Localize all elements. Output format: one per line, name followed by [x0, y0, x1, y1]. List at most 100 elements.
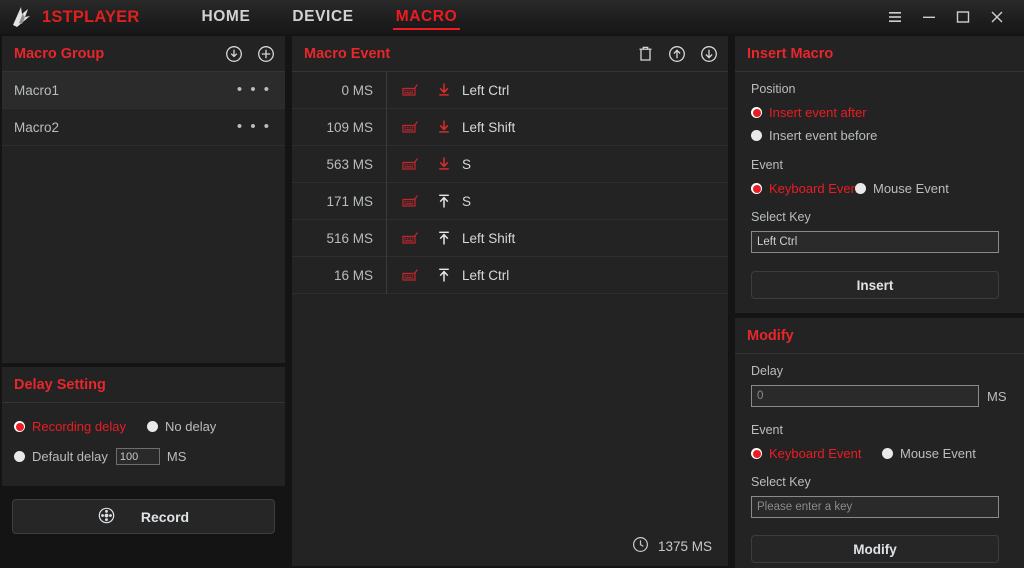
event-key: Left Shift: [462, 119, 516, 135]
macro-event-actions: [637, 45, 718, 63]
radio-recording-delay[interactable]: Recording delay: [14, 419, 147, 434]
default-delay-row: Default delay MS: [2, 448, 285, 465]
app-window: 1STPLAYER HOME DEVICE MACRO Macro Group …: [0, 0, 1024, 568]
event-time: 563 MS: [292, 145, 387, 183]
modify-delay-input[interactable]: [751, 385, 979, 407]
download-circle-icon[interactable]: [225, 45, 243, 63]
event-key: Left Ctrl: [462, 82, 510, 98]
radio-no-delay[interactable]: No delay: [147, 419, 216, 434]
event-time: 109 MS: [292, 108, 387, 146]
maximize-icon[interactable]: [946, 0, 980, 34]
modify-delay-unit: MS: [987, 388, 1007, 404]
modify-select-key-input[interactable]: [751, 496, 999, 518]
delay-setting-header: Delay Setting: [2, 367, 285, 403]
keyboard-icon: [401, 194, 421, 208]
event-key: S: [462, 156, 472, 172]
menu-icon[interactable]: [878, 0, 912, 34]
table-row[interactable]: 563 MS S: [292, 145, 728, 183]
insert-position-after-row: Insert event after: [735, 105, 1024, 120]
table-row[interactable]: 109 MS Left Shift: [292, 108, 728, 146]
keyboard-icon: [401, 268, 421, 282]
radio-keyboard-event-insert[interactable]: Keyboard Event: [751, 181, 862, 196]
key-up-icon: [437, 267, 451, 283]
default-delay-input[interactable]: [115, 448, 160, 465]
list-item[interactable]: Macro1 • • •: [2, 72, 285, 109]
modify-button[interactable]: Modify: [751, 535, 999, 563]
event-key: Left Ctrl: [462, 267, 510, 283]
lightning-bolt-logo: [9, 5, 35, 29]
insert-button[interactable]: Insert: [751, 271, 999, 299]
radio-dot: [751, 448, 762, 459]
clock-icon: [632, 536, 649, 556]
macro-event-title: Macro Event: [304, 45, 391, 62]
radio-insert-event-after[interactable]: Insert event after: [751, 105, 867, 120]
macro-group-actions: [225, 45, 275, 63]
modify-event-label: Event: [751, 423, 783, 437]
macro-event-header: Macro Event: [292, 36, 728, 72]
modify-select-key-label: Select Key: [751, 475, 811, 489]
minimize-icon[interactable]: [912, 0, 946, 34]
macro-item-label: Macro2: [14, 119, 60, 135]
insert-select-key-input[interactable]: [751, 231, 999, 253]
insert-button-label: Insert: [856, 277, 894, 293]
radio-dot: [147, 421, 158, 432]
insert-macro-title: Insert Macro: [747, 45, 834, 62]
record-button[interactable]: Record: [12, 499, 275, 534]
insert-event-label: Event: [751, 158, 783, 172]
modify-delay-label: Delay: [751, 364, 783, 378]
event-key: S: [462, 193, 472, 209]
keyboard-icon: [401, 120, 421, 134]
close-icon[interactable]: [980, 0, 1014, 34]
event-time: 171 MS: [292, 182, 387, 220]
delete-icon[interactable]: [637, 45, 654, 63]
macro-group-list: Macro1 • • • Macro2 • • •: [2, 72, 285, 146]
tab-macro[interactable]: MACRO: [392, 0, 460, 34]
position-label: Position: [751, 82, 796, 96]
macro-group-panel: Macro Group Macro1 • • • Macro2 • • •: [2, 36, 285, 363]
radio-label: Insert event after: [769, 105, 867, 120]
macro-item-menu-icon[interactable]: • • •: [237, 82, 271, 97]
radio-keyboard-event-modify[interactable]: Keyboard Event: [751, 446, 882, 461]
radio-default-delay[interactable]: Default delay: [14, 449, 108, 464]
key-down-icon: [437, 119, 451, 135]
radio-label: Default delay: [32, 449, 108, 464]
radio-mouse-event-modify[interactable]: Mouse Event: [882, 446, 976, 461]
table-row[interactable]: 16 MS Left Ctrl: [292, 256, 728, 294]
tab-home[interactable]: HOME: [201, 0, 250, 34]
keyboard-icon: [401, 83, 421, 97]
key-down-icon: [437, 156, 451, 172]
event-time: 516 MS: [292, 219, 387, 257]
delay-setting-panel: Delay Setting Recording delay No delay D…: [2, 367, 285, 486]
delay-mode-row: Recording delay No delay: [2, 419, 285, 434]
modify-panel: Modify Delay MS Event Keyboard Event Mou…: [735, 318, 1024, 568]
macro-group-header: Macro Group: [2, 36, 285, 72]
event-time: 0 MS: [292, 71, 387, 109]
radio-insert-event-before[interactable]: Insert event before: [751, 128, 877, 143]
delay-setting-title: Delay Setting: [14, 376, 106, 393]
event-key: Left Shift: [462, 230, 516, 246]
table-row[interactable]: 171 MS S: [292, 182, 728, 220]
radio-dot: [14, 451, 25, 462]
table-row[interactable]: 516 MS Left Shift: [292, 219, 728, 257]
add-circle-icon[interactable]: [257, 45, 275, 63]
table-row[interactable]: 0 MS Left Ctrl: [292, 71, 728, 109]
radio-dot: [751, 183, 762, 194]
total-time: 1375 MS: [632, 536, 712, 556]
title-bar: 1STPLAYER HOME DEVICE MACRO: [0, 0, 1024, 34]
modify-header: Modify: [735, 318, 1024, 354]
macro-item-menu-icon[interactable]: • • •: [237, 119, 271, 134]
macro-group-title: Macro Group: [14, 45, 105, 62]
window-controls: [878, 0, 1024, 34]
record-reel-icon: [98, 507, 115, 527]
move-down-icon[interactable]: [700, 45, 718, 63]
modify-button-label: Modify: [853, 541, 897, 557]
default-delay-unit: MS: [166, 449, 187, 464]
macro-event-list: 0 MS Left Ctrl 109 MS Left Shift 563 MS …: [292, 71, 728, 294]
list-item[interactable]: Macro2 • • •: [2, 109, 285, 146]
total-time-value: 1375 MS: [657, 538, 712, 554]
tab-device[interactable]: DEVICE: [292, 0, 353, 34]
radio-label: Mouse Event: [873, 181, 949, 196]
move-up-icon[interactable]: [668, 45, 686, 63]
modify-event-type-row: Keyboard Event Mouse Event: [735, 446, 1024, 461]
radio-mouse-event-insert[interactable]: Mouse Event: [855, 181, 949, 196]
